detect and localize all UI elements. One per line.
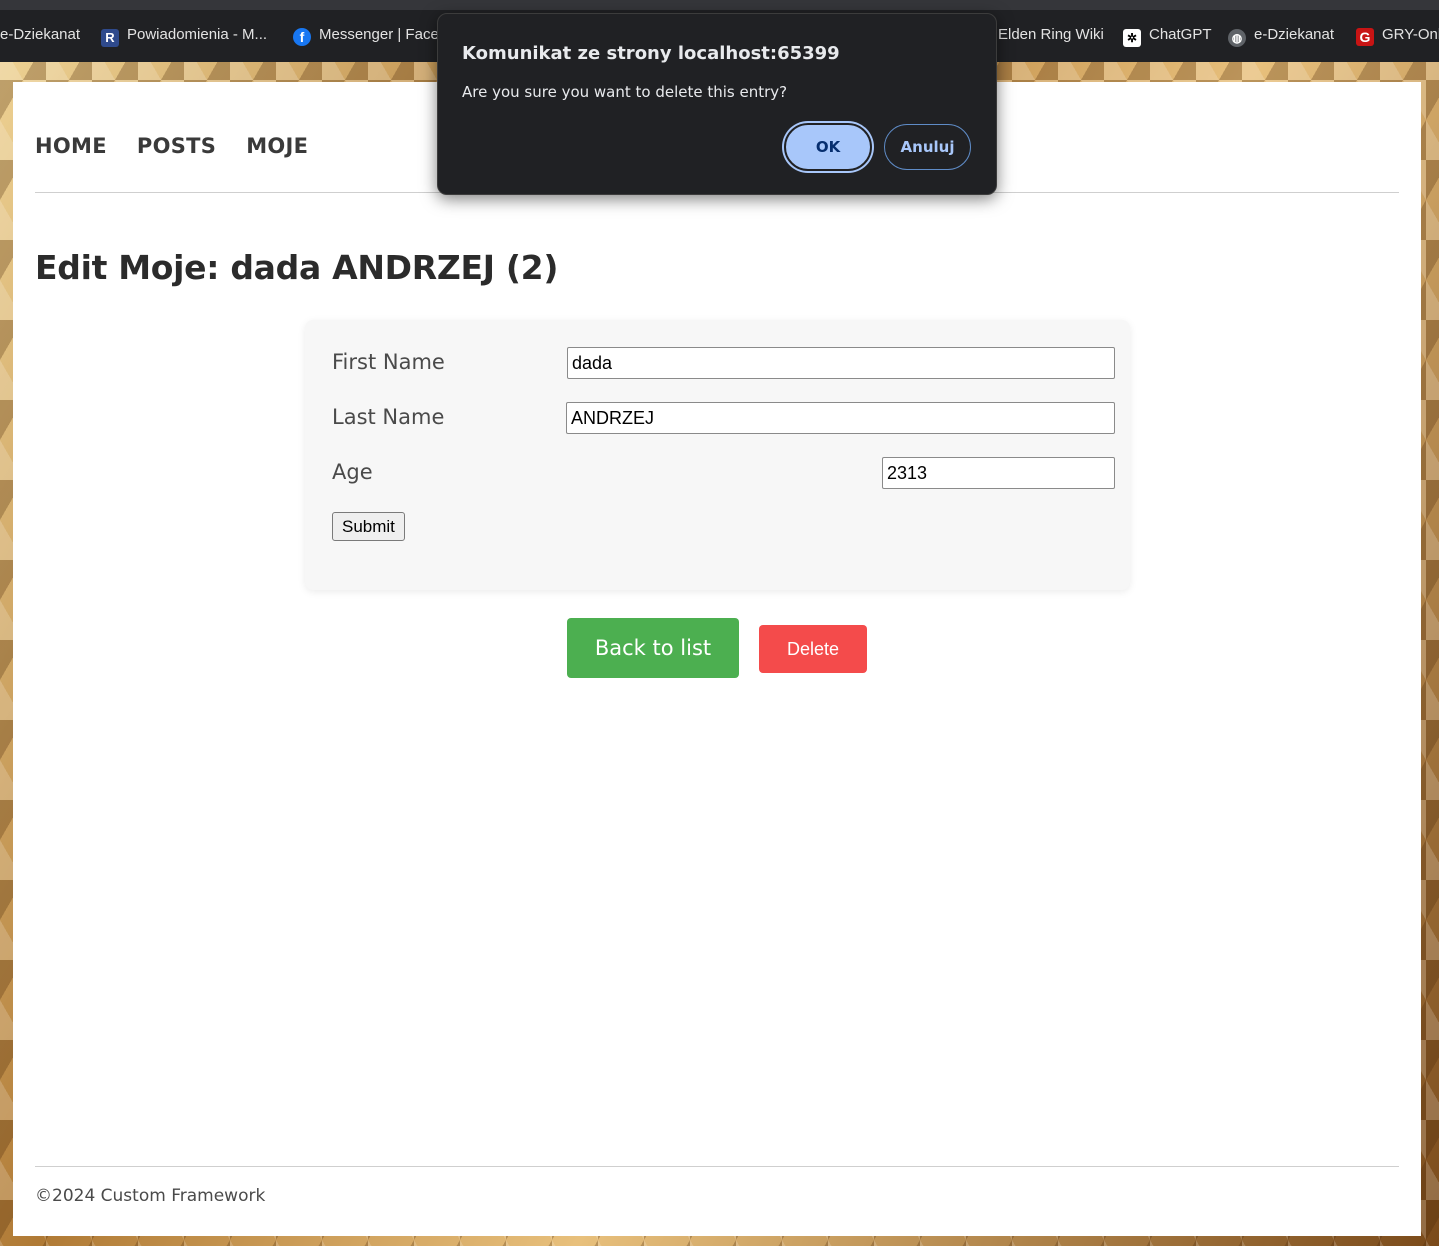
- nav-moje[interactable]: MOJE: [246, 134, 308, 158]
- openai-icon: ✲: [1123, 29, 1141, 47]
- age-field[interactable]: [882, 457, 1115, 489]
- g-letter-icon: G: [1356, 28, 1374, 46]
- first-name-label: First Name: [332, 350, 445, 374]
- globe-icon: ◍: [1228, 29, 1246, 47]
- bookmark-elden-ring[interactable]: Elden Ring Wiki: [998, 23, 1104, 47]
- first-name-field[interactable]: [567, 347, 1115, 379]
- nav-posts[interactable]: POSTS: [137, 134, 216, 158]
- page-container: HOME POSTS MOJE Edit Moje: dada ANDRZEJ (2…: [13, 82, 1421, 1236]
- facebook-icon: f: [293, 28, 311, 46]
- dialog-cancel-button[interactable]: Anuluj: [884, 124, 971, 170]
- bookmark-edziekanat[interactable]: e-Dziekanat: [0, 23, 80, 47]
- delete-button[interactable]: Delete: [759, 625, 867, 673]
- bookmark-edziekanat-2[interactable]: ◍ e-Dziekanat: [1228, 23, 1334, 47]
- r-letter-icon: R: [101, 29, 119, 47]
- last-name-label: Last Name: [332, 405, 445, 429]
- footer-copyright: ©2024 Custom Framework: [35, 1186, 266, 1206]
- bookmark-label: e-Dziekanat: [1254, 26, 1335, 43]
- age-label: Age: [332, 460, 373, 484]
- back-to-list-button[interactable]: Back to list: [567, 618, 739, 678]
- page-title: Edit Moje: dada ANDRZEJ (2): [35, 248, 559, 287]
- bookmark-label: ChatGPT: [1149, 26, 1212, 43]
- bookmark-gry-online[interactable]: G GRY-Online: [1356, 23, 1439, 47]
- confirm-dialog: Komunikat ze strony localhost:65399 Are …: [437, 13, 997, 195]
- dialog-ok-button[interactable]: OK: [784, 123, 872, 171]
- submit-button[interactable]: Submit: [332, 512, 405, 541]
- nav-home[interactable]: HOME: [35, 134, 107, 158]
- main-nav: HOME POSTS MOJE: [35, 134, 338, 158]
- last-name-field[interactable]: [566, 402, 1115, 434]
- bookmark-label: Powiadomienia - M...: [127, 26, 268, 43]
- bookmark-powiadomienia[interactable]: R Powiadomienia - M...: [101, 23, 267, 47]
- bookmark-chatgpt[interactable]: ✲ ChatGPT: [1123, 23, 1212, 47]
- footer-divider: [35, 1166, 1399, 1167]
- bookmark-label: Elden Ring Wiki: [998, 26, 1104, 43]
- edit-form: First Name Last Name Age Submit: [305, 320, 1130, 590]
- bookmark-label: GRY-Online: [1382, 26, 1439, 43]
- dialog-title: Komunikat ze strony localhost:65399: [462, 43, 840, 64]
- bookmark-label: e-Dziekanat: [0, 26, 81, 43]
- dialog-message: Are you sure you want to delete this ent…: [462, 83, 788, 101]
